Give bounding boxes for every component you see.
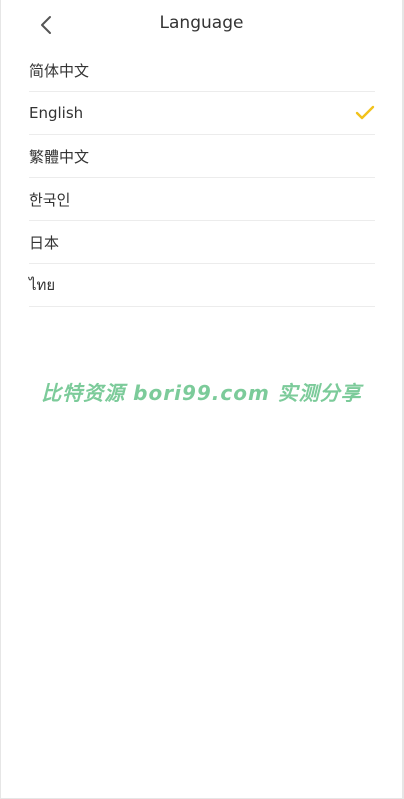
language-label: English	[29, 104, 84, 122]
language-item-thai[interactable]: ไทย	[29, 264, 375, 307]
language-item-korean[interactable]: 한국인	[29, 178, 375, 221]
language-item-english[interactable]: English	[29, 92, 375, 135]
watermark-text: 比特资源 bori99.com 实测分享	[41, 381, 362, 405]
language-label: 日本	[29, 233, 60, 252]
language-screen: Language 简体中文 English 繁體中文 한국인 日本 ไทย 比特…	[0, 0, 404, 799]
language-item-japanese[interactable]: 日本	[29, 221, 375, 264]
language-item-traditional-chinese[interactable]: 繁體中文	[29, 135, 375, 178]
language-list: 简体中文 English 繁體中文 한국인 日本 ไทย	[29, 49, 375, 307]
header: Language	[1, 0, 402, 48]
language-label: ไทย	[29, 276, 56, 294]
page-title: Language	[159, 13, 244, 33]
language-label: 繁體中文	[29, 147, 90, 166]
check-icon	[355, 103, 375, 123]
language-item-simplified-chinese[interactable]: 简体中文	[29, 49, 375, 92]
language-label: 简体中文	[29, 61, 90, 80]
language-label: 한국인	[29, 190, 71, 209]
